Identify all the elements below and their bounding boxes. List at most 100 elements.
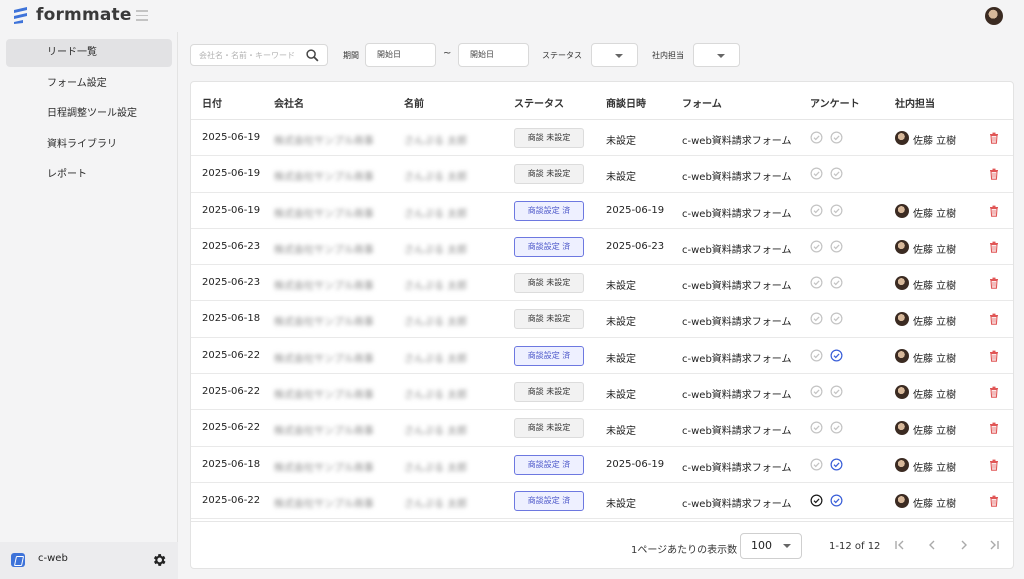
survey-check-icon[interactable] [810,131,823,144]
sidebar-item-scheduler-settings[interactable]: 日程調整ツール設定 [6,100,172,128]
user-avatar[interactable] [985,7,1003,25]
survey-check-icon[interactable] [830,204,843,217]
col-meeting-date[interactable]: 商談日時 [606,95,646,110]
first-page-icon[interactable] [894,539,906,551]
trash-icon[interactable] [989,313,999,326]
survey-check-icon[interactable] [830,312,843,325]
cell-date: 2025-06-22 [202,386,261,398]
trash-icon[interactable] [989,241,999,253]
search-input[interactable] [199,49,303,62]
status-badge[interactable]: 商談設定 済 [514,236,584,257]
table-row[interactable]: 2025-06-22 株式会社サンプル商事 さんぷる 太郎 商談設定 済 未設定 c-we… [191,483,1013,520]
trash-icon[interactable] [989,277,999,289]
survey-check-icon[interactable] [810,167,823,180]
last-page-icon[interactable] [988,539,1000,551]
table-row[interactable]: 2025-06-22 株式会社サンプル商事 さんぷる 太郎 商談 未設定 未設定 c-we… [191,410,1013,447]
status-badge[interactable]: 商談 未設定 [514,164,584,185]
survey-check-icon[interactable] [810,494,823,507]
owner-filter-select[interactable] [693,43,740,67]
cell-meeting-date: 2025-06-19 [606,204,665,216]
survey-check-icon[interactable] [830,349,843,362]
cell-meeting-date: 未設定 [606,390,636,402]
col-company[interactable]: 会社名 [274,95,304,110]
start-date-input[interactable]: 開始日 [365,43,436,67]
cell-form: c-web資料請求フォーム [682,426,792,438]
survey-check-icon[interactable] [830,385,843,398]
table-row[interactable]: 2025-06-19 株式会社サンプル商事 さんぷる 太郎 商談設定 済 2025-06… [191,193,1013,229]
survey-check-icon[interactable] [810,421,823,434]
col-name[interactable]: 名前 [404,95,424,110]
per-page-select[interactable]: 100 [740,533,802,559]
survey-check-icon[interactable] [810,385,823,398]
trash-icon[interactable] [989,459,999,471]
cell-owner: 佐藤 立樹 [913,390,957,402]
table-row[interactable]: 2025-06-19 株式会社サンプル商事 さんぷる 太郎 商談 未設定 未設定 c-we… [191,120,1013,157]
survey-check-icon[interactable] [810,349,823,362]
table-row[interactable]: 2025-06-18 株式会社サンプル商事 さんぷる 太郎 商談設定 済 2025-06… [191,447,1013,483]
status-badge[interactable]: 商談 未設定 [514,128,584,148]
status-filter-select[interactable] [591,43,638,67]
gear-icon[interactable] [151,552,167,568]
survey-check-icon[interactable] [830,421,843,434]
sidebar-item-report[interactable]: レポート [6,161,172,189]
col-status[interactable]: ステータス [514,95,564,110]
cell-form: c-web資料請求フォーム [682,390,792,402]
survey-check-icon[interactable] [810,458,823,471]
end-date-input[interactable]: 開始日 [458,43,529,67]
survey-check-icon[interactable] [830,494,843,507]
search-icon[interactable] [306,49,319,62]
col-form[interactable]: フォーム [682,95,722,110]
next-page-icon[interactable] [958,539,970,551]
cell-meeting-date: 未設定 [606,136,636,147]
sidebar-item-library[interactable]: 資料ライブラリ [6,131,172,159]
col-date[interactable]: 日付 [202,95,222,110]
status-badge[interactable]: 商談設定 済 [514,345,584,366]
table-row[interactable]: 2025-06-22 株式会社サンプル商事 さんぷる 太郎 商談 未設定 未設定 c-we… [191,374,1013,411]
trash-icon[interactable] [989,495,999,507]
workspace-footer: c-web [0,542,178,579]
trash-icon[interactable] [989,350,999,362]
prev-page-icon[interactable] [926,539,938,551]
app-logo[interactable]: formmate [12,5,132,25]
trash-icon[interactable] [989,168,999,181]
sidebar-item-leads[interactable]: リード一覧 [6,39,172,67]
survey-check-icon[interactable] [830,458,843,471]
survey-check-icon[interactable] [830,131,843,144]
sidebar-item-form-settings[interactable]: フォーム設定 [6,70,172,98]
survey-check-icon[interactable] [830,167,843,180]
cell-form: c-web資料請求フォーム [682,353,792,365]
survey-check-icon[interactable] [810,204,823,217]
table-row[interactable]: 2025-06-18 株式会社サンプル商事 さんぷる 太郎 商談 未設定 未設定 c-we… [191,301,1013,338]
top-bar: formmate [0,0,1024,32]
cell-company: 株式会社サンプル商事 [274,390,374,402]
status-badge[interactable]: 商談設定 済 [514,490,584,511]
cell-form: c-web資料請求フォーム [682,172,792,184]
col-survey[interactable]: アンケート [810,95,860,110]
trash-icon[interactable] [989,422,999,435]
col-owner[interactable]: 社内担当 [895,95,935,110]
status-badge[interactable]: 商談 未設定 [514,382,584,403]
status-badge[interactable]: 商談 未設定 [514,309,584,330]
status-badge[interactable]: 商談 未設定 [514,273,584,294]
menu-toggle-icon[interactable] [136,10,148,21]
table-header: 日付 会社名 名前 ステータス 商談日時 フォーム アンケート 社内担当 [191,82,1013,120]
table-row[interactable]: 2025-06-23 株式会社サンプル商事 さんぷる 太郎 商談 未設定 未設定 c-we… [191,265,1013,302]
cell-meeting-date: 未設定 [606,317,636,329]
table-row[interactable]: 2025-06-19 株式会社サンプル商事 さんぷる 太郎 商談 未設定 未設定 c-we… [191,156,1013,193]
table-row[interactable]: 2025-06-23 株式会社サンプル商事 さんぷる 太郎 商談設定 済 2025-06… [191,229,1013,266]
survey-check-icon[interactable] [830,276,843,289]
trash-icon[interactable] [989,205,999,217]
chevron-down-icon [717,54,725,58]
table-row[interactable]: 2025-06-22 株式会社サンプル商事 さんぷる 太郎 商談設定 済 未設定 c-we… [191,338,1013,375]
trash-icon[interactable] [989,132,999,144]
status-badge[interactable]: 商談設定 済 [514,200,584,221]
survey-check-icon[interactable] [810,240,823,253]
cell-date: 2025-06-22 [202,494,261,506]
status-badge[interactable]: 商談 未設定 [514,418,584,439]
owner-avatar [895,131,909,145]
survey-check-icon[interactable] [830,240,843,253]
status-badge[interactable]: 商談設定 済 [514,454,584,475]
survey-check-icon[interactable] [810,276,823,289]
trash-icon[interactable] [989,386,999,398]
survey-check-icon[interactable] [810,312,823,325]
